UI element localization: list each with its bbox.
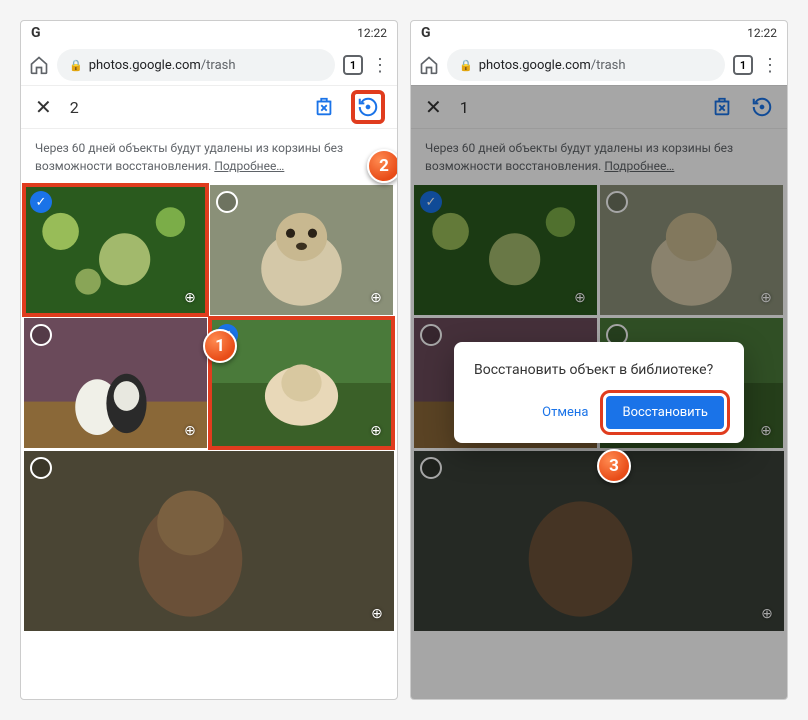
restore-icon[interactable]	[351, 90, 385, 124]
photo-thumb[interactable]: ✓ ⊕	[24, 185, 207, 315]
annotation-step-1: 1	[203, 329, 237, 363]
checkmark-icon[interactable]	[216, 191, 238, 213]
annotation-step-2: 2	[367, 149, 398, 183]
browser-menu-icon[interactable]: ⋮	[761, 55, 779, 76]
status-bar: G 12:22	[21, 21, 397, 45]
checkmark-icon[interactable]	[30, 324, 52, 346]
url-domain: photos.google.com	[479, 58, 591, 73]
home-icon[interactable]	[29, 55, 49, 75]
confirm-button[interactable]: Восстановить	[606, 396, 724, 429]
close-icon[interactable]: ✕	[35, 95, 52, 119]
restore-dialog: Восстановить объект в библиотеке? Отмена…	[454, 342, 744, 443]
browser-bar: 🔒 photos.google.com/trash 1 ⋮	[21, 45, 397, 85]
cancel-button[interactable]: Отмена	[532, 397, 598, 428]
url-path: /trash	[591, 58, 626, 73]
photo-thumb[interactable]: ⊕	[24, 451, 394, 631]
zoom-icon[interactable]: ⊕	[365, 420, 387, 442]
google-logo: G	[421, 25, 431, 41]
phone-screen-right: G 12:22 🔒 photos.google.com/trash 1 ⋮ ✕ …	[410, 20, 788, 700]
status-bar: G 12:22	[411, 21, 787, 45]
tab-count[interactable]: 1	[733, 55, 753, 75]
url-domain: photos.google.com	[89, 58, 201, 73]
clock: 12:22	[747, 26, 777, 40]
url-bar[interactable]: 🔒 photos.google.com/trash	[447, 49, 725, 81]
annotation-step-3: 3	[597, 449, 631, 483]
phone-screen-left: G 12:22 🔒 photos.google.com/trash 1 ⋮ ✕ …	[20, 20, 398, 700]
dialog-message: Восстановить объект в библиотеке?	[474, 362, 724, 378]
lock-icon: 🔒	[69, 59, 83, 72]
url-bar[interactable]: 🔒 photos.google.com/trash	[57, 49, 335, 81]
dialog-buttons: Отмена Восстановить	[474, 396, 724, 429]
photo-thumb[interactable]: ⊕	[24, 318, 207, 448]
tab-count[interactable]: 1	[343, 55, 363, 75]
trash-notice: Через 60 дней объекты будут удалены из к…	[21, 129, 397, 185]
modal-overlay: Восстановить объект в библиотеке? Отмена…	[411, 85, 787, 699]
browser-bar: 🔒 photos.google.com/trash 1 ⋮	[411, 45, 787, 85]
photo-thumb[interactable]: ✓ ⊕	[210, 318, 393, 448]
lock-icon: 🔒	[459, 59, 473, 72]
photo-grid: ✓ ⊕ ⊕ ⊕ ✓ ⊕ ⊕	[21, 185, 397, 631]
clock: 12:22	[357, 26, 387, 40]
zoom-icon[interactable]: ⊕	[365, 287, 387, 309]
delete-forever-icon[interactable]	[313, 96, 335, 118]
google-logo: G	[31, 25, 41, 41]
zoom-icon[interactable]: ⊕	[179, 287, 201, 309]
checkmark-icon[interactable]	[30, 457, 52, 479]
selected-count: 2	[70, 98, 295, 117]
zoom-icon[interactable]: ⊕	[366, 603, 388, 625]
learn-more-link[interactable]: Подробнее…	[214, 159, 284, 173]
selection-toolbar: ✕ 2	[21, 85, 397, 129]
home-icon[interactable]	[419, 55, 439, 75]
url-path: /trash	[201, 58, 236, 73]
photo-thumb[interactable]: ⊕	[210, 185, 393, 315]
zoom-icon[interactable]: ⊕	[179, 420, 201, 442]
browser-menu-icon[interactable]: ⋮	[371, 55, 389, 76]
checkmark-icon[interactable]: ✓	[30, 191, 52, 213]
